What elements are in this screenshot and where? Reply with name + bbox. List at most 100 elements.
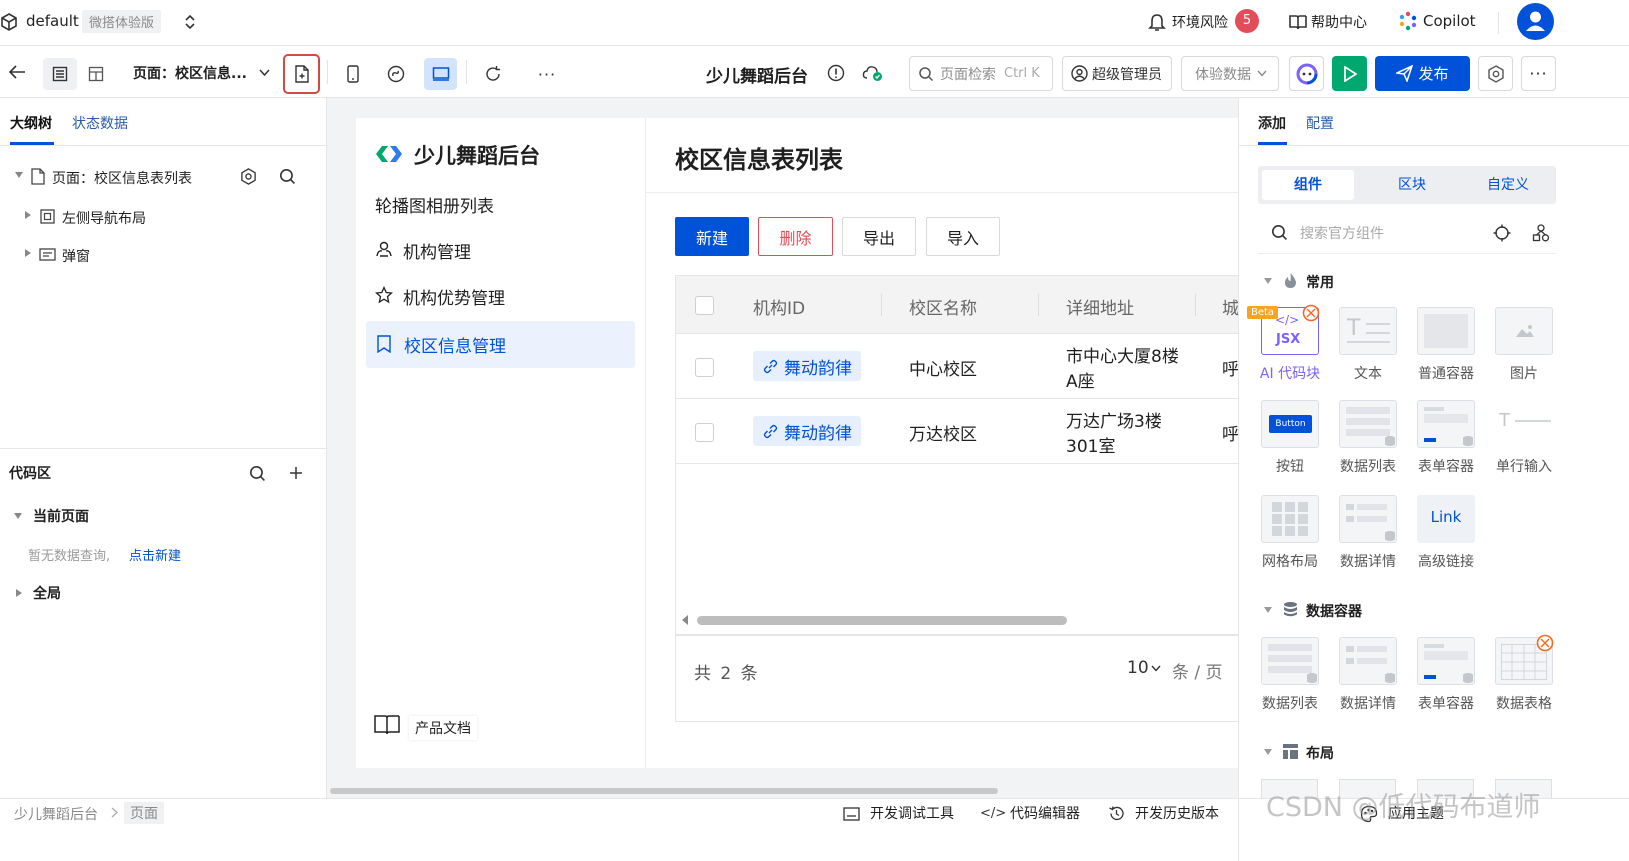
scroll-left-icon[interactable] [682,615,689,625]
pc-view-icon[interactable] [424,58,457,90]
plus-icon[interactable] [289,466,303,480]
component-form-container[interactable]: 表单容器 [1411,400,1481,476]
col-header[interactable]: 校区名称 [909,294,977,319]
search-icon[interactable] [279,168,296,185]
component-data-list[interactable]: 数据列表 [1255,637,1325,713]
table-horizontal-scrollbar[interactable] [697,616,1067,625]
component-image[interactable]: 图片 [1489,307,1559,383]
more-menu-icon[interactable]: ··· [1521,56,1556,91]
caret-down-icon[interactable] [1264,749,1272,755]
refresh-icon[interactable] [478,60,508,88]
data-mode-select[interactable]: 体验数据 [1181,56,1279,91]
chevron-down-icon[interactable] [259,69,270,77]
page-list-icon[interactable] [43,58,77,90]
env-risk-label[interactable]: 环境风险 [1172,12,1228,32]
product-doc-link[interactable]: 产品文档 [409,716,477,740]
org-link-tag[interactable]: 舞动韵律 [753,351,861,381]
tab-add[interactable]: 添加 [1258,113,1286,133]
caret-down-icon[interactable] [15,172,23,178]
current-page-group[interactable]: 当前页面 [33,506,89,526]
tab-config[interactable]: 配置 [1306,113,1334,133]
caret-down-icon[interactable] [1264,278,1272,284]
page-search-input[interactable]: 页面检索 Ctrl K [909,56,1053,91]
row-checkbox[interactable] [695,358,714,377]
tab-state-data[interactable]: 状态数据 [72,113,128,133]
group-common-title[interactable]: 常用 [1306,272,1334,292]
component-data-list[interactable]: 数据列表 [1333,400,1403,476]
caret-down-icon[interactable] [14,513,22,519]
import-button[interactable]: 导入 [926,217,1000,256]
nav-item-advantage[interactable]: 机构优势管理 [403,284,505,309]
nav-item-carousel[interactable]: 轮播图相册列表 [375,192,494,217]
outline-node-modal[interactable]: 弹窗 [0,238,326,272]
cloud-sync-icon[interactable] [862,64,884,82]
component-container[interactable]: 普通容器 [1411,307,1481,383]
segment-components[interactable]: 组件 [1262,170,1354,200]
component-button[interactable]: Button 按钮 [1255,400,1325,476]
org-link-tag[interactable]: 舞动韵律 [753,416,861,446]
select-all-checkbox[interactable] [695,296,714,315]
create-query-link[interactable]: 点击新建 [129,545,181,564]
col-header[interactable]: 城 [1222,294,1238,319]
page-size-select[interactable]: 10 [1127,658,1161,678]
app-name[interactable]: default [26,12,79,30]
run-button[interactable] [1332,56,1367,91]
avatar[interactable] [1517,3,1554,40]
role-select[interactable]: 超级管理员 [1062,56,1172,91]
component-advanced-link[interactable]: Link 高级链接 [1411,495,1481,571]
component-text[interactable]: T 文本 [1333,307,1403,383]
new-button[interactable]: 新建 [675,217,749,256]
component-data-detail[interactable]: 数据详情 [1333,637,1403,713]
warning-icon[interactable] [827,64,845,82]
switch-app-icon[interactable] [184,13,196,31]
mobile-view-icon[interactable] [338,60,368,88]
settings-hex-icon[interactable] [1478,56,1513,91]
new-page-button[interactable] [283,54,320,94]
tab-outline[interactable]: 大纲树 [10,113,52,133]
outline-page-node[interactable]: 页面：校区信息表列表 [0,160,326,194]
global-group[interactable]: 全局 [33,583,61,603]
target-icon[interactable] [1493,224,1511,242]
caret-down-icon[interactable] [1264,607,1272,613]
component-form-container[interactable]: 表单容器 [1411,637,1481,713]
outline-node-nav-layout[interactable]: 左侧导航布局 [0,200,326,234]
delete-button[interactable]: 删除 [758,217,833,256]
group-layout-title[interactable]: 布局 [1306,743,1334,763]
component-grid-layout[interactable]: 网格布局 [1255,495,1325,571]
row-checkbox[interactable] [695,423,714,442]
devtools-button[interactable]: 开发调试工具 [870,803,954,823]
more-icon[interactable]: ··· [532,60,562,88]
nav-item-campus-active[interactable]: 校区信息管理 [366,321,635,368]
search-icon[interactable] [249,465,266,482]
breadcrumb-app[interactable]: 少儿舞蹈后台 [14,804,98,824]
col-header[interactable]: 详细地址 [1066,294,1134,319]
copilot-label[interactable]: Copilot [1423,12,1476,30]
caret-right-icon[interactable] [16,589,22,597]
caret-right-icon[interactable] [25,249,31,257]
export-button[interactable]: 导出 [842,217,916,256]
help-center-link[interactable]: 帮助中心 [1311,12,1367,32]
breadcrumb-page[interactable]: 页面 [124,802,164,824]
copilot-icon[interactable] [1398,11,1418,31]
segment-custom[interactable]: 自定义 [1464,170,1552,200]
component-search-input[interactable]: 搜索官方组件 [1300,223,1384,243]
miniprogram-view-icon[interactable] [381,60,411,88]
ai-assistant-icon[interactable] [1289,56,1324,91]
back-arrow-icon[interactable] [8,65,26,79]
group-data-title[interactable]: 数据容器 [1306,601,1362,621]
page-select[interactable]: 页面：校区信息... [133,63,247,83]
component-text-input[interactable]: T 单行输入 [1489,400,1559,476]
publish-button[interactable]: 发布 [1375,56,1470,91]
col-header[interactable]: 机构ID [753,294,805,319]
code-editor-button[interactable]: 代码编辑器 [1010,803,1080,823]
book-icon[interactable] [1288,13,1308,31]
preview-sidebar[interactable]: 少儿舞蹈后台 轮播图相册列表 机构管理 机构优势管理 校区信息管理 产品文档 [356,118,646,768]
canvas-horizontal-scrollbar[interactable] [330,788,998,794]
table-row[interactable]: 舞动韵律 万达校区 万达广场3楼 301室 呼 [676,399,1238,464]
layout-icon[interactable] [79,58,113,90]
segment-blocks[interactable]: 区块 [1370,170,1454,200]
component-data-detail[interactable]: 数据详情 [1333,495,1403,571]
caret-right-icon[interactable] [25,211,31,219]
history-button[interactable]: 开发历史版本 [1135,803,1219,823]
bell-icon[interactable] [1148,12,1166,32]
